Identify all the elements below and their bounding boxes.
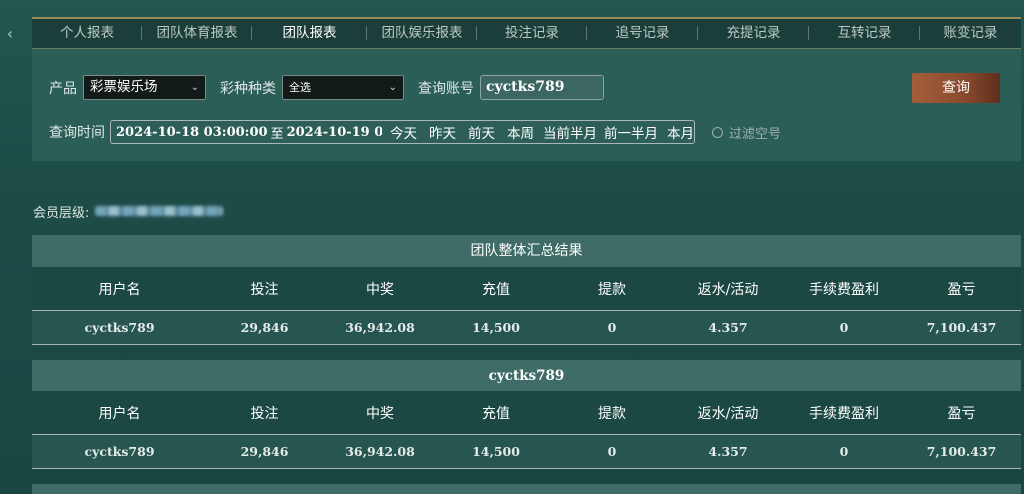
column-header-deposit: 充值	[482, 281, 510, 298]
query-time-label: 查询时间	[49, 125, 105, 141]
cell-deposit: 14,500	[472, 444, 520, 459]
filter-empty-label: 过滤空号	[729, 126, 782, 142]
tab-team-report[interactable]: 团队报表	[252, 17, 367, 48]
product-select-value: 彩票娱乐场	[90, 79, 158, 95]
tab-chase-records[interactable]: 追号记录	[587, 17, 698, 48]
chevron-down-icon: ⌄	[388, 82, 397, 93]
cell-withdrawal: 0	[607, 444, 617, 459]
detail-table-header: 用户名 投注 中奖 充值 提款 返水/活动 手续费盈利 盈亏	[32, 391, 1021, 435]
member-level-label: 会员层级:	[33, 205, 90, 221]
lottery-type-select[interactable]: 全选 ⌄	[282, 75, 404, 100]
filter-empty-radio[interactable]	[712, 126, 723, 138]
summary-table-header: 用户名 投注 中奖 充值 提款 返水/活动 手续费盈利 盈亏	[32, 267, 1021, 311]
account-input[interactable]: cyctks789	[480, 75, 604, 100]
cell-winnings: 36,942.08	[345, 444, 415, 459]
column-header-fee-profit: 手续费盈利	[809, 281, 879, 298]
cell-withdrawal: 0	[607, 320, 617, 335]
cell-deposit: 14,500	[472, 320, 520, 335]
quick-range-today[interactable]: 今天	[390, 122, 417, 142]
tab-account-change-records[interactable]: 账变记录	[920, 17, 1021, 48]
quick-range-current-half-month[interactable]: 当前半月	[543, 122, 597, 142]
detail-section-title: cyctks789	[32, 360, 1021, 392]
product-label: 产品	[49, 80, 77, 97]
quick-range-previous-half-month[interactable]: 前一半月	[604, 122, 658, 142]
tab-deposit-withdraw-records[interactable]: 充提记录	[698, 17, 809, 48]
column-header-username: 用户名	[98, 405, 141, 422]
cell-rebate: 4.357	[708, 320, 748, 335]
tab-personal-report[interactable]: 个人报表	[32, 17, 142, 48]
quick-range-this-week[interactable]: 本周	[507, 122, 534, 142]
tab-team-sports-report[interactable]: 团队体育报表	[142, 17, 252, 48]
date-start: 2024-10-18 03:00:00	[116, 124, 268, 140]
lottery-type-select-value: 全选	[289, 81, 311, 94]
tab-team-entertainment-report[interactable]: 团队娱乐报表	[367, 17, 477, 48]
column-header-withdrawal: 提款	[598, 281, 626, 298]
cell-winnings: 36,942.08	[345, 320, 415, 335]
cell-username: cyctks789	[84, 320, 155, 335]
filter-row-2: 查询时间 2024-10-18 03:00:00 至 2024-10-19 03…	[49, 120, 781, 144]
filter-panel: 个人报表 团队体育报表 团队报表 团队娱乐报表 投注记录 追号记录 充提记录 互…	[32, 17, 1021, 161]
date-end: 2024-10-19 03:00:00	[286, 124, 382, 140]
column-header-deposit: 充值	[482, 405, 510, 422]
cell-fee-profit: 0	[839, 320, 849, 335]
cell-profit-loss: 7,100.437	[926, 444, 997, 459]
column-header-bets: 投注	[250, 405, 279, 422]
chevron-down-icon: ⌄	[190, 82, 199, 93]
column-header-winnings: 中奖	[366, 405, 394, 422]
quick-range-this-month[interactable]: 本月	[667, 122, 694, 142]
column-header-profit-loss: 盈亏	[947, 281, 976, 298]
cell-bets: 29,846	[240, 320, 289, 335]
column-header-rebate: 返水/活动	[697, 281, 759, 298]
product-select[interactable]: 彩票娱乐场 ⌄	[83, 75, 206, 100]
report-tabs: 个人报表 团队体育报表 团队报表 团队娱乐报表 投注记录 追号记录 充提记录 互…	[32, 17, 1021, 49]
filter-row-1: 产品 彩票娱乐场 ⌄ 彩种种类 全选 ⌄ 查询账号 cyctks789	[49, 75, 604, 100]
cell-username: cyctks789	[84, 444, 155, 459]
cell-fee-profit: 0	[839, 444, 849, 459]
member-level: 会员层级:	[33, 202, 224, 221]
lottery-type-label: 彩种种类	[220, 80, 276, 97]
query-button[interactable]: 查询	[912, 73, 1000, 103]
column-header-bets: 投注	[250, 281, 279, 298]
member-level-value-redacted	[95, 206, 224, 216]
column-header-withdrawal: 提款	[598, 405, 626, 422]
detail-table-row: cyctks789 29,846 36,942.08 14,500 0 4.35…	[32, 435, 1021, 469]
column-header-winnings: 中奖	[366, 281, 394, 298]
cell-profit-loss: 7,100.437	[926, 320, 997, 335]
column-header-fee-profit: 手续费盈利	[809, 405, 879, 422]
tab-bet-records[interactable]: 投注记录	[477, 17, 587, 48]
column-header-profit-loss: 盈亏	[947, 405, 976, 422]
column-header-rebate: 返水/活动	[697, 405, 759, 422]
date-range-input[interactable]: 2024-10-18 03:00:00 至 2024-10-19 03:00:0…	[110, 120, 695, 144]
cell-bets: 29,846	[240, 444, 289, 459]
column-header-username: 用户名	[98, 281, 141, 298]
summary-table-row: cyctks789 29,846 36,942.08 14,500 0 4.35…	[32, 311, 1021, 345]
next-section-title-partial	[32, 484, 1021, 494]
tab-transfer-records[interactable]: 互转记录	[809, 17, 920, 48]
quick-range-yesterday[interactable]: 昨天	[429, 122, 456, 142]
cell-rebate: 4.357	[708, 444, 748, 459]
account-label: 查询账号	[418, 80, 474, 97]
quick-range-day-before[interactable]: 前天	[468, 122, 495, 142]
back-arrow-icon[interactable]: ‹	[3, 24, 17, 44]
summary-section-title: 团队整体汇总结果	[32, 235, 1021, 267]
date-range-separator: 至	[270, 126, 284, 142]
